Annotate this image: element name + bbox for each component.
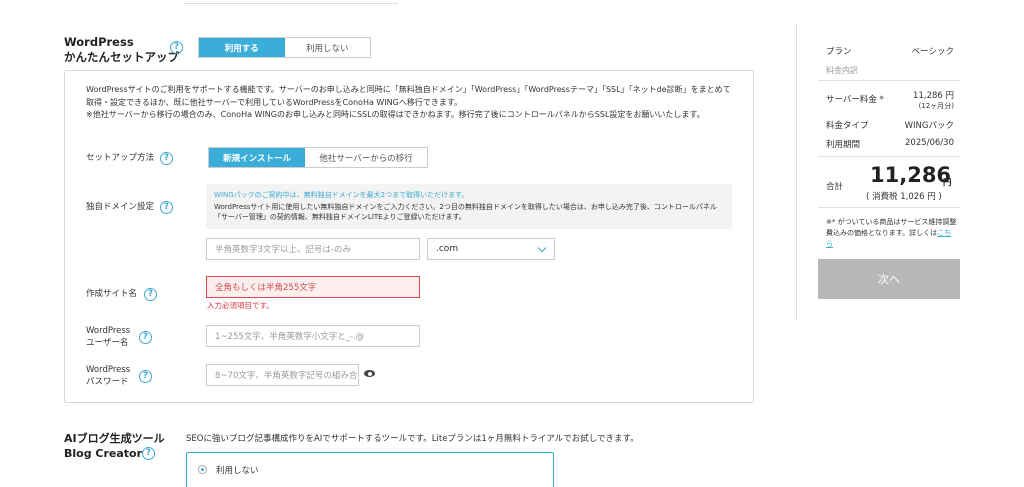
chevron-down-icon: [537, 243, 547, 253]
domain-notice: WINGパックのご契約中は、無料独自ドメインを最大2つまで取得いただけます。 W…: [206, 184, 732, 229]
ai-blog-not-use-label: 利用しない: [216, 466, 259, 476]
wp-setup-description: WordPressサイトのご利用をサポートする機能です。サーバーのお申し込みと同…: [86, 85, 731, 119]
wp-username-label: WordPress ユーザー名: [86, 326, 131, 348]
wp-setup-title: WordPress かんたんセットアップ: [64, 35, 179, 64]
setup-new-install-button[interactable]: 新規インストール: [209, 148, 306, 167]
ai-blog-not-use-radio[interactable]: [198, 465, 207, 474]
summary-tax: ( 消費税 1,026 円 ): [866, 192, 942, 202]
site-name-input[interactable]: 全角もしくは半角255文字: [206, 276, 420, 298]
wp-password-label: WordPress パスワード: [86, 365, 131, 387]
summary-total-value: 11,286: [870, 163, 952, 187]
summary-hr: [818, 80, 960, 81]
summary-plan-row: プラン ベーシック: [826, 47, 954, 57]
wp-setup-help-icon[interactable]: ?: [170, 41, 183, 54]
wp-password-help-icon[interactable]: ?: [139, 370, 152, 383]
summary-fee-type-row: 料金タイプ WINGパック: [826, 121, 954, 131]
summary-server-fee-row: サーバー料金 * 11,286 円 (12ヶ月分): [826, 91, 954, 110]
site-name-label: 作成サイト名: [86, 289, 138, 299]
summary-total-unit: 円: [943, 178, 952, 188]
domain-tld-value: .com: [436, 244, 459, 254]
summary-breakdown-label: 料金内訳: [826, 66, 858, 75]
setup-method-help-icon[interactable]: ?: [160, 152, 173, 165]
top-divider: [184, 0, 398, 4]
wp-username-help-icon[interactable]: ?: [139, 331, 152, 344]
wp-setup-toggle: 利用する 利用しない: [198, 37, 371, 58]
summary-hr: [818, 156, 960, 157]
domain-tld-select[interactable]: .com: [427, 238, 555, 260]
setup-method-toggle: 新規インストール 他社サーバーからの移行: [208, 147, 428, 168]
summary-server-fee-period: (12ヶ月分): [918, 102, 954, 110]
domain-help-icon[interactable]: ?: [160, 201, 173, 214]
next-button[interactable]: 次へ: [818, 259, 960, 299]
summary-server-fee-value: 11,286 円: [913, 91, 954, 101]
summary-total-label: 合計: [826, 182, 844, 192]
domain-notice-highlight: WINGパックのご契約中は、無料独自ドメインを最大2つまで取得いただけます。: [214, 191, 469, 199]
summary-period-row: 利用期間 2025/06/30: [826, 138, 954, 150]
setup-method-label: セットアップ方法: [86, 153, 155, 163]
summary-hr: [818, 207, 960, 208]
summary-divider: [796, 24, 797, 320]
wp-username-input[interactable]: 1~255文字、半角英数字小文字と_-.@: [206, 325, 420, 347]
ai-blog-help-icon[interactable]: ?: [142, 447, 155, 460]
domain-input[interactable]: 半角英数字3文字以上、記号は-のみ: [206, 238, 420, 260]
domain-label: 独自ドメイン設定: [86, 202, 155, 212]
summary-note: ※* がついている商品はサービス維持調整費込みの価格となります。詳しくはこちら: [826, 218, 957, 248]
wp-setup-use-button[interactable]: 利用する: [199, 38, 285, 57]
domain-notice-text: WordPressサイト用に使用したい無料独自ドメインをご入力ください。2つ目の…: [214, 203, 717, 221]
setup-migrate-button[interactable]: 他社サーバーからの移行: [305, 148, 427, 167]
wp-password-input[interactable]: 8~70文字、半角英数字記号の組み合: [206, 364, 359, 386]
site-name-help-icon[interactable]: ?: [144, 288, 157, 301]
site-name-error: 入力必須項目です。: [207, 301, 274, 310]
wp-setup-not-use-button[interactable]: 利用しない: [285, 38, 371, 57]
show-password-eye-icon[interactable]: [364, 370, 375, 377]
ai-blog-description: SEOに強いブログ記事構成作りをAIでサポートするツールです。Liteプランは1…: [186, 434, 639, 444]
